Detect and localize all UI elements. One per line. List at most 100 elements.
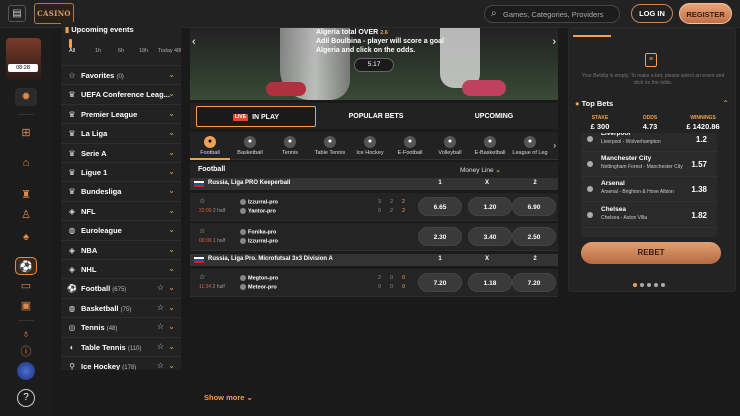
filter-today[interactable]: Today [158,48,173,54]
microphone-icon[interactable]: ♙ [15,206,37,224]
banner-odd-button[interactable]: 5.17 [354,58,394,72]
odds-button[interactable]: 2.30 [418,227,462,246]
carousel-dot[interactable] [661,283,665,287]
sidebar-item[interactable]: ◈ NBA ⌄ [61,239,181,259]
odds-button[interactable]: 6.65 [418,197,462,216]
sidebar-item[interactable]: ◍ Basketball (75) ☆ ⌄ [61,297,181,317]
league-header[interactable]: Russia, Liga Pro. Microfutsal 3x3 Divisi… [190,254,558,266]
help-icon[interactable]: ? [17,389,35,407]
sidebar-item[interactable]: ☆ Favorites (0) ⌄ [61,65,181,84]
sport-tab[interactable]: ● E-Basketball [470,134,510,160]
sport-tab[interactable]: ● Basketball [230,134,270,160]
chevron-down-icon[interactable]: ⌄ [168,283,175,292]
odds-button[interactable]: 1.20 [468,197,512,216]
tab-upcoming[interactable]: UPCOMING [436,106,552,127]
menu-toggle-icon[interactable]: ▤ [8,5,26,22]
chevron-down-icon[interactable]: ⌄ [168,167,175,176]
odds-button[interactable]: 3.40 [468,227,512,246]
sport-tab[interactable]: ● E-Football [390,134,430,160]
trophy-icon[interactable]: ♜ [15,186,37,204]
register-button[interactable]: REGISTER [679,3,732,24]
cards-icon[interactable]: ♠ [15,228,37,246]
top-bet-item[interactable]: Liverpool Liverpool - Wolverhampton 1.2 [581,133,717,152]
gift-icon[interactable]: ⊞ [15,124,37,142]
star-icon[interactable]: ☆ [199,197,205,205]
top-bet-item[interactable]: Manchester City Nottingham Forest - Manc… [581,152,717,177]
sport-tab[interactable]: ● Tennis [270,134,310,160]
rebet-button[interactable]: REBET [581,242,721,264]
sidebar-item[interactable]: ⚲ Ice Hockey (178) ☆ ⌄ [61,356,181,370]
event-row[interactable]: ☆ 22:09 2 half Izzurral-pro Yantor-pro 3 0… [190,193,558,221]
sport-tab[interactable]: ● Ice Hockey [350,134,390,160]
sports-icon[interactable]: ⚽ [15,257,37,275]
slots-icon[interactable]: ▣ [15,297,37,315]
login-button[interactable]: LOG IN [631,4,673,23]
filter-18h[interactable]: 18h [139,48,148,54]
sidebar-item[interactable]: ◈ NFL ⌄ [61,200,181,220]
sidebar-item[interactable]: ◎ Tennis (48) ☆ ⌄ [61,317,181,336]
filter-48h[interactable]: 48h [174,48,181,54]
sidebar-item[interactable]: ◈ NHL ⌄ [61,259,181,278]
promo-card[interactable]: 08:28 [6,38,41,80]
chevron-down-icon[interactable]: ⌄ [168,303,175,312]
sidebar-item[interactable]: ♛ Ligue 1 ⌄ [61,162,181,181]
banner-next-icon[interactable]: › [552,36,556,48]
chevron-down-icon[interactable]: ⌄ [168,128,175,137]
chevron-down-icon[interactable]: ⌄ [168,206,175,215]
promo-banner[interactable]: Algeria total OVER 2.6 Adil Boulbina - p… [190,28,558,100]
sport-tab[interactable]: ● Volleyball [430,134,470,160]
ticket-icon[interactable]: ▭ [15,277,37,295]
sport-tab[interactable]: ● Football [190,134,230,160]
home-icon[interactable]: ⌂ [15,154,37,172]
carousel-dot[interactable] [633,283,637,287]
tab-in-play[interactable]: LIVE IN PLAY [196,106,316,127]
star-icon[interactable]: ☆ [157,342,164,351]
banner-prev-icon[interactable]: ‹ [192,36,196,48]
logo[interactable]: CASINO [34,3,74,24]
sidebar-item[interactable]: ♛ Premier League ⌄ [61,103,181,123]
chevron-down-icon[interactable]: ⌄ [168,225,175,234]
market-type-select[interactable]: Money Line ⌄ [460,166,501,174]
scroll-right-icon[interactable]: › [553,141,556,150]
sun-icon[interactable]: ✹ [15,88,37,106]
sidebar-item[interactable]: ♛ Serie A ⌄ [61,142,181,162]
star-icon[interactable]: ☆ [199,273,205,281]
carousel-dot[interactable] [647,283,651,287]
star-icon[interactable]: ☆ [157,303,164,312]
top-bet-item[interactable]: Chelsea Chelsea - Aston Villa 1.82 [581,203,717,228]
carousel-dot[interactable] [654,283,658,287]
sidebar-item[interactable]: ⚽ Football (675) ☆ ⌄ [61,278,181,297]
star-icon[interactable]: ☆ [157,283,164,292]
show-more-button[interactable]: Show more ⌄ [204,393,253,402]
info-icon[interactable]: ⓘ [15,343,37,361]
odds-button[interactable]: 7.20 [418,273,462,292]
chevron-down-icon[interactable]: ⌄ [168,148,175,157]
chevron-down-icon[interactable]: ⌄ [168,245,175,254]
filter-6h[interactable]: 6h [118,48,124,54]
language-flag-icon[interactable] [17,362,35,380]
chevron-down-icon[interactable]: ⌄ [168,186,175,195]
sidebar-item[interactable]: ♛ UEFA Conference Leag... ⌄ [61,84,181,103]
filter-1h[interactable]: 1h [95,48,101,54]
top-bet-item[interactable]: Arsenal Arsenal - Brighton & Hove Albion… [581,177,717,202]
filter-all[interactable]: All [69,48,75,54]
chevron-down-icon[interactable]: ⌄ [168,322,175,331]
star-icon[interactable]: ☆ [157,322,164,331]
search-input[interactable]: ⌕ Games, Categories, Providers [484,5,620,23]
chevron-down-icon[interactable]: ⌄ [168,70,175,79]
chevron-down-icon[interactable]: ⌄ [168,89,175,98]
chevron-down-icon[interactable]: ⌄ [168,342,175,351]
sidebar-item[interactable]: ♛ Bundesliga ⌄ [61,181,181,200]
sidebar-item[interactable]: ◍ Euroleague ⌄ [61,220,181,239]
tab-popular-bets[interactable]: POPULAR BETS [316,106,436,127]
sidebar-item[interactable]: ◐ Table Tennis (110) ☆ ⌄ [61,336,181,356]
chevron-down-icon[interactable]: ⌄ [168,109,175,118]
league-header[interactable]: Russia, Liga PRO Keeperball 1 X 2 [190,178,558,190]
sport-tab[interactable]: ● Table Tennis [310,134,350,160]
event-row[interactable]: ☆ 00:00 1 half Fonika-pro Izzurral-pro 2.… [190,223,558,251]
odds-button[interactable]: 1.18 [468,273,512,292]
sidebar-item[interactable]: ♛ La Liga ⌄ [61,123,181,142]
event-row[interactable]: ☆ 11:34 2 half Megton-pro Meteor-pro 2 0 0 0… [190,269,558,297]
star-icon[interactable]: ☆ [157,361,164,370]
star-icon[interactable]: ☆ [199,227,205,235]
